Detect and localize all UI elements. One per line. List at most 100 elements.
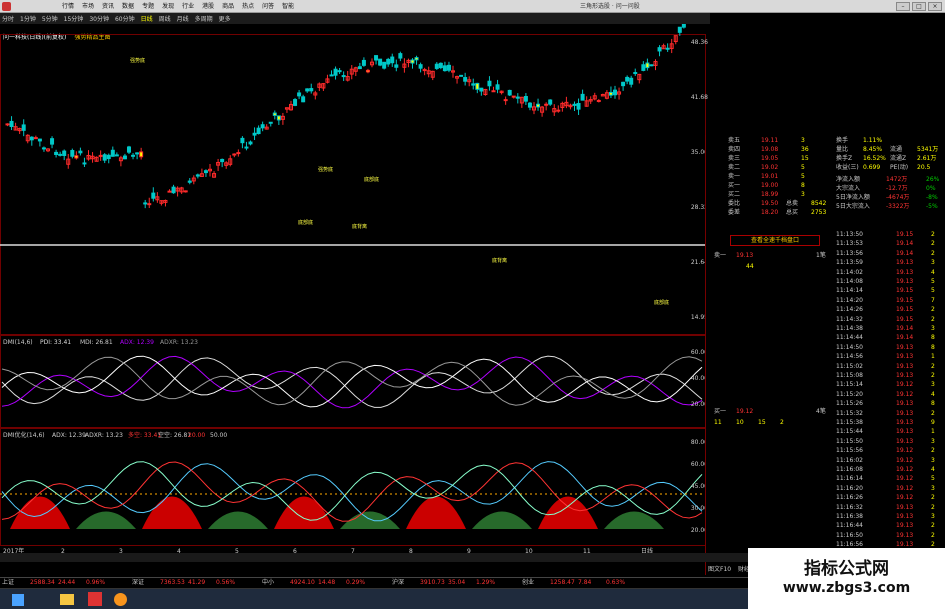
tick-volume: 1 [931,353,935,361]
menu-item[interactable]: 数据 [122,0,134,13]
fund-flow-label: 5日净流入额 [836,194,870,201]
tick-time: 11:15:08 [836,372,863,379]
full-depth-button[interactable]: 查看全速千档盘口 [730,235,820,246]
tick-time: 11:16:26 [836,494,863,502]
menu-item[interactable]: 发现 [162,0,174,13]
queue-value: 15 [758,419,766,426]
menu-item[interactable]: 港股 [202,0,214,13]
timeframe-tab[interactable]: 分时 [2,14,14,23]
tick-time: 11:13:50 [836,231,863,238]
order-book-qty: 5 [801,173,805,180]
tick-time: 11:15:26 [836,400,863,408]
tick-volume: 4 [931,268,935,276]
candle-body [382,61,387,69]
index-field[interactable]: 创业 [522,579,534,587]
menu-item[interactable]: 行业 [182,0,194,13]
menu-item[interactable]: 专题 [142,0,154,13]
minimize-icon[interactable]: – [896,2,910,11]
dmi2-bump [538,496,598,529]
tick-time: 11:15:14 [836,381,863,389]
timeframe-tab[interactable]: 周线 [159,14,171,23]
index-field[interactable]: 上证 [2,579,14,587]
index-field[interactable]: 沪深 [392,579,404,587]
signal-tag: 底部底 [298,219,313,226]
chart-canvas[interactable]: 48.3641.6835.0028.3221.6414.95强势底强势底底部底底… [0,24,710,554]
dmi-title: ADX: 12.39 [120,339,154,346]
candle-body [378,58,383,66]
tick-time: 11:14:26 [836,306,863,314]
candle-body [301,96,306,103]
timeframe-tab[interactable]: 月线 [177,14,189,23]
timeframe-tab[interactable]: 日线 [141,14,153,23]
tick-time: 11:15:02 [836,362,863,370]
indicator-line [1,355,703,408]
dmi2-title: ADXR: 13.23 [85,432,123,439]
dmi2-bump [340,511,400,529]
menu-item[interactable]: 行情 [62,0,74,13]
menu-item[interactable]: 商品 [222,0,234,13]
window-title: 三角形选股 · 问一问股 [580,3,640,10]
candle-body [645,62,650,69]
tick-price: 19.13 [896,419,914,426]
timeframe-tab[interactable]: 更多 [219,14,231,23]
candle-body [576,103,581,110]
price-axis-label: 48.36 [691,39,708,46]
menu-item[interactable]: 热点 [242,0,254,13]
timeframe-tab[interactable]: 60分钟 [115,14,135,23]
fund-flow-label: 大宗流入 [836,185,861,192]
tick-price: 19.13 [896,503,914,511]
maximize-icon[interactable]: □ [912,2,926,11]
tick-price: 19.12 [896,484,914,492]
timeframe-tab[interactable]: 30分钟 [89,14,109,23]
candle-body [240,137,245,144]
menu-item[interactable]: 资讯 [102,0,114,13]
candle-body [41,147,46,150]
timeframe-tab[interactable]: 15分钟 [64,14,84,23]
timeframe-tab[interactable]: 多周期 [195,14,213,23]
menu-item[interactable]: 智能 [282,0,294,13]
close-icon[interactable]: × [928,2,942,11]
tick-price: 19.14 [896,334,914,342]
dmi-title: MDI: 26.81 [80,339,113,346]
tick-price: 19.12 [896,456,914,464]
tick-price: 19.13 [896,268,914,276]
index-field[interactable]: 中小 [262,579,274,587]
candle-body [410,59,415,64]
browser-icon[interactable] [114,593,127,606]
tick-price: 19.15 [896,287,914,295]
timeframe-tab[interactable]: 1分钟 [20,14,36,23]
fund-flow-pct: 0% [926,185,936,192]
fund-flow-label: 5日大宗流入 [836,203,870,210]
index-field: 3910.73 [420,579,445,586]
order-book-price: 19.11 [761,137,779,144]
index-field[interactable]: 深证 [132,579,144,587]
candle-body [544,103,549,106]
sell-queue-count: 1笔 [816,252,826,259]
order-book-qty: 3 [801,191,805,198]
candle-body [487,80,492,87]
candle-body [147,203,152,206]
windows-start-icon[interactable] [12,594,24,606]
menu-item[interactable]: 问答 [262,0,274,13]
candle-body [139,151,144,158]
app-taskbar-icon[interactable] [88,592,102,606]
candle-body [629,77,634,85]
candle-body [390,56,395,64]
dmi-title: DMI(14,6) [3,339,33,346]
tick-time: 11:14:44 [836,334,863,342]
index-field: 7363.53 [160,579,185,586]
tick-volume: 5 [931,475,935,483]
tick-price: 19.14 [896,325,914,332]
candle-body [475,82,480,90]
candle-body [82,162,87,165]
menu-item[interactable]: 市场 [82,0,94,13]
order-book-label: 买一 [728,182,741,189]
timeframe-tab[interactable]: 5分钟 [42,14,58,23]
signal-tag: 强势底 [130,57,145,64]
order-book-qty: 3 [801,137,805,144]
candle-body [256,127,261,135]
main-menu: 行情 市场 资讯 数据 专题 发现 行业 港股 商品 热点 问答 智能 [62,0,302,13]
file-explorer-icon[interactable] [60,594,74,605]
tick-volume: 2 [931,522,935,530]
dmi2-title: 20.00 [188,432,205,439]
